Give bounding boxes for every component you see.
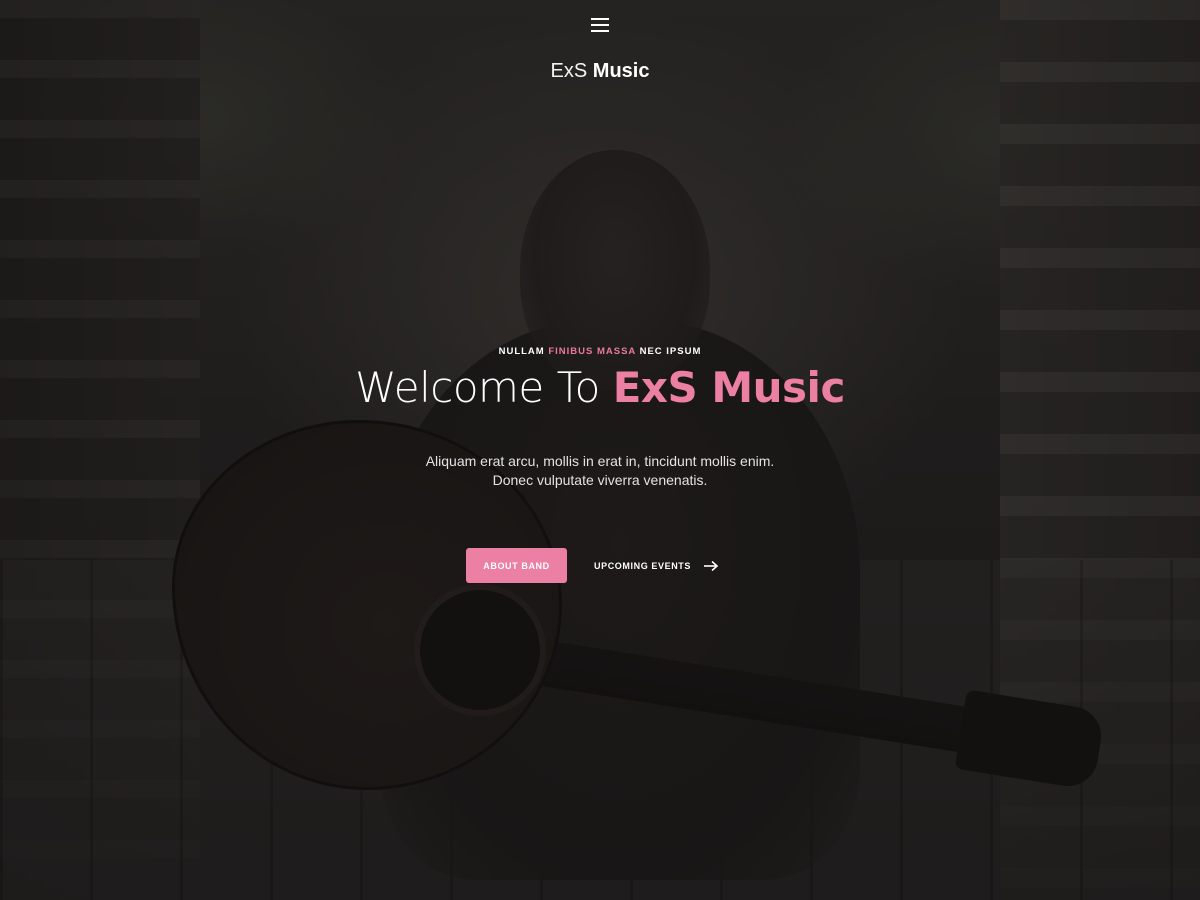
kicker-accent-text: FINIBUS MASSA	[548, 346, 636, 357]
hamburger-menu-icon[interactable]	[586, 14, 614, 36]
kicker-text: NULLAM	[498, 346, 549, 357]
hero-headline: Welcome To ExS Music	[0, 362, 1200, 414]
hero-dark-overlay	[0, 0, 1200, 900]
description-line-1: Aliquam erat arcu, mollis in erat in, ti…	[425, 453, 775, 469]
hero-kicker: NULLAM FINIBUS MASSA NEC IPSUM	[0, 346, 1200, 357]
upcoming-events-label: UPCOMING EVENTS	[594, 561, 692, 571]
upcoming-events-link[interactable]: UPCOMING EVENTS	[594, 556, 719, 576]
hero-description: Aliquam erat arcu, mollis in erat in, ti…	[0, 452, 1200, 490]
menu-line	[591, 18, 609, 20]
arrow-right-icon	[703, 560, 719, 572]
hero-background	[0, 0, 1200, 900]
menu-line	[591, 30, 609, 32]
headline-accent: ExS Music	[612, 363, 846, 412]
menu-line	[591, 24, 609, 26]
headline-light: Welcome To	[355, 363, 613, 412]
logo-text-light: ExS	[550, 60, 588, 82]
kicker-text-end: NEC IPSUM	[635, 346, 702, 357]
description-line-2: Donec vulputate viverra venenatis.	[492, 472, 708, 488]
logo-text-bold: Music	[592, 60, 650, 82]
site-logo[interactable]: ExS Music	[0, 60, 1200, 83]
about-band-button[interactable]: ABOUT BAND	[466, 548, 567, 583]
